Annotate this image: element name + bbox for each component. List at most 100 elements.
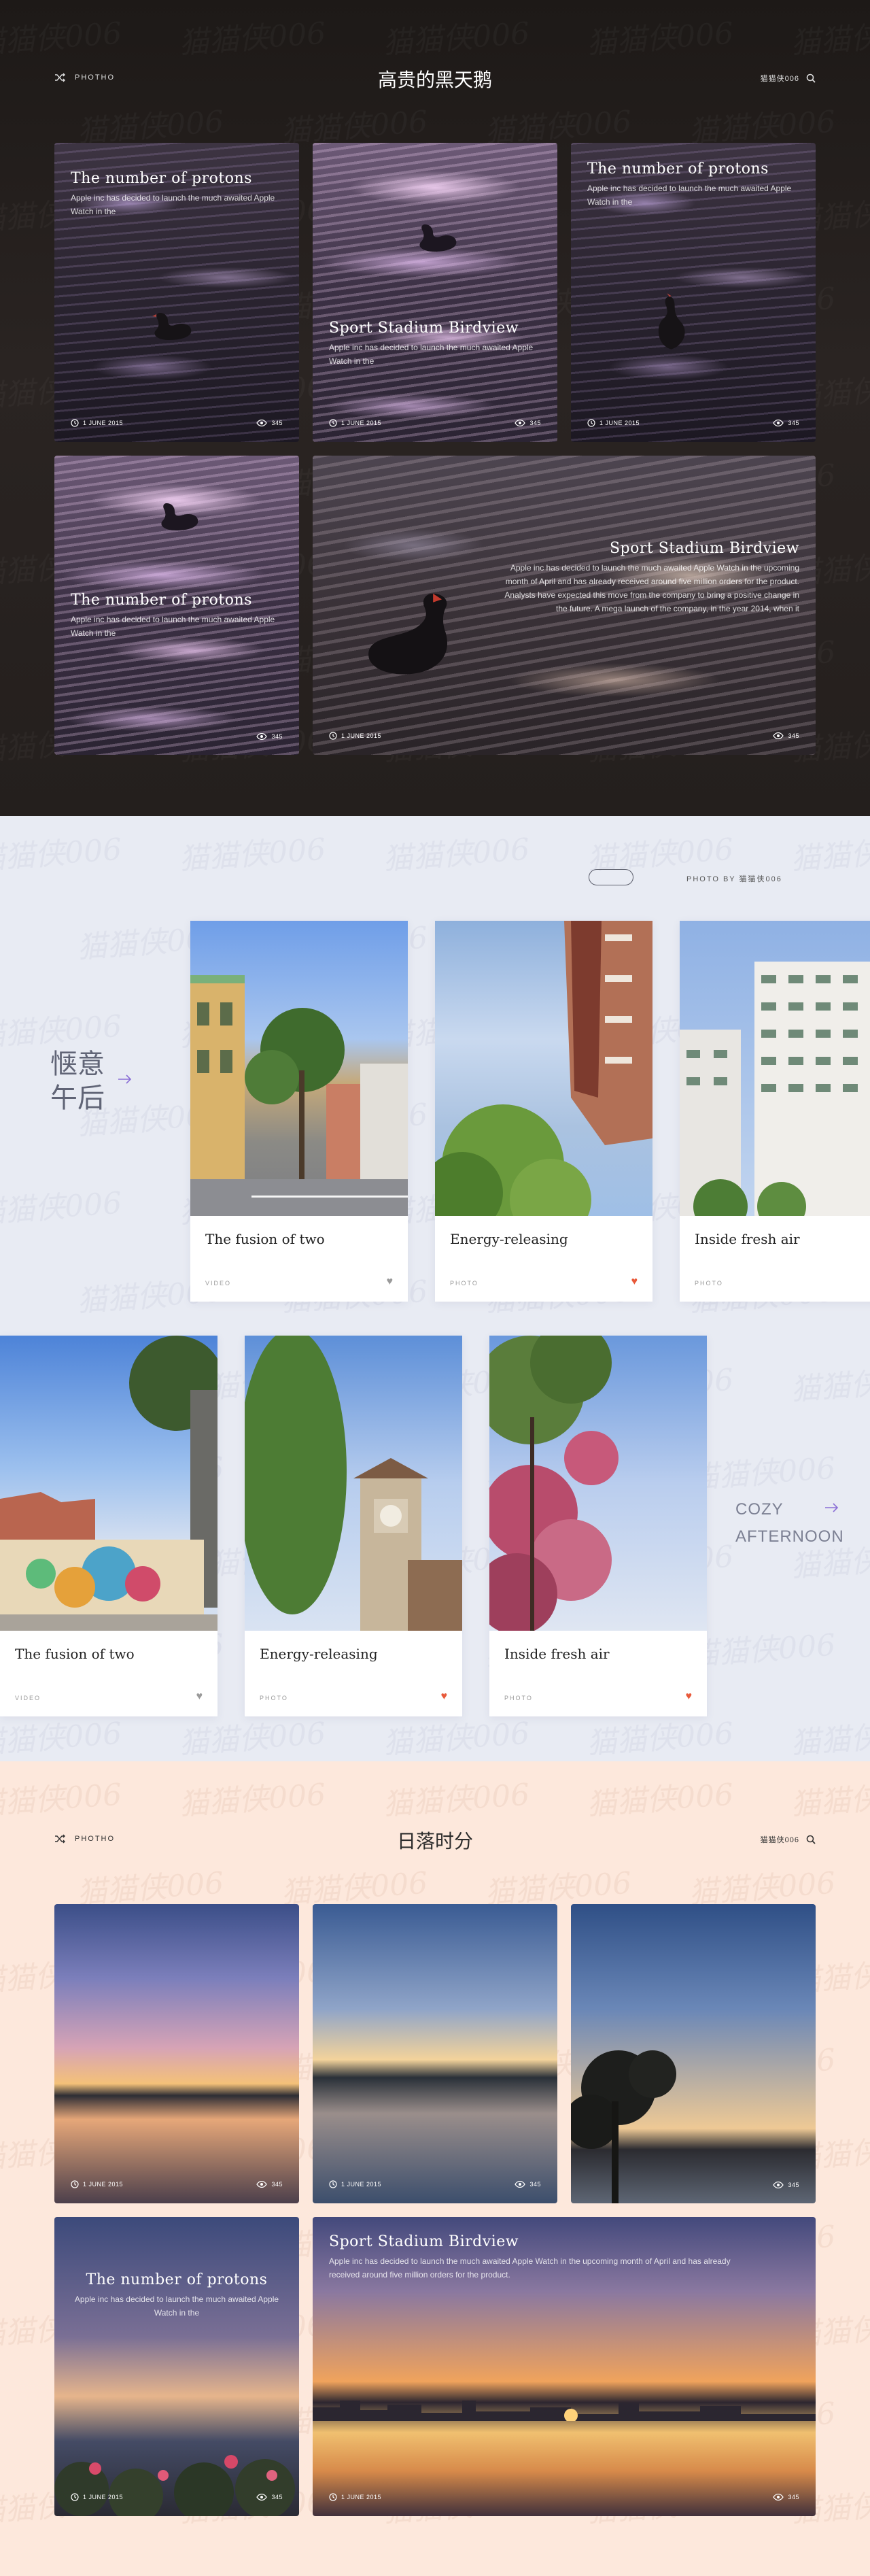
tile-date: 1 JUNE 2015 [341, 2494, 382, 2501]
swan-silhouette [152, 313, 192, 340]
tile-title: Sport Stadium Birdview [609, 540, 799, 557]
eye-icon [515, 420, 526, 426]
photo-tile[interactable]: The number of protons Apple inc has deci… [54, 2217, 299, 2516]
watermark-text: 猫猫侠006 [75, 2566, 225, 2576]
arrow-right-icon[interactable] [825, 1503, 839, 1512]
watermark-text: 猫猫侠006 [75, 804, 225, 816]
photo-tile-wide[interactable]: Sport Stadium Birdview Apple inc has dec… [313, 456, 816, 755]
photo-tile[interactable]: 1 JUNE 2015 345 [313, 1904, 557, 2203]
photo-credit: PHOTO BY 猫猫侠006 [686, 875, 782, 883]
card-title: The fusion of two [15, 1646, 135, 1662]
skyline-silhouette [313, 2401, 816, 2421]
flowers [54, 2455, 295, 2516]
watermark-text: 猫猫侠006 [0, 1185, 123, 1231]
photo-card[interactable]: Energy-releasing PHOTO ♥ [435, 921, 652, 1302]
heart-icon[interactable]: ♥ [196, 1691, 203, 1703]
photo-card[interactable]: Energy-releasing PHOTO ♥ [245, 1336, 462, 1716]
swan-silhouette [368, 593, 448, 675]
swan-silhouette [419, 224, 457, 252]
tile-views: 345 [788, 2494, 799, 2501]
search-icon[interactable] [806, 1835, 816, 1844]
eye-icon [773, 732, 784, 739]
tile-title: The number of protons [587, 160, 769, 177]
photo-tile-wide[interactable]: Sport Stadium Birdview Apple inc has dec… [313, 2217, 816, 2516]
eye-icon [773, 2182, 784, 2188]
blossom-scene [489, 1336, 619, 1631]
card-image [245, 1336, 462, 1631]
photo-card[interactable]: Inside fresh air PHOTO ♥ [489, 1336, 707, 1716]
eye-icon [515, 2181, 526, 2188]
tile-date: 1 JUNE 2015 [599, 420, 640, 426]
user-name[interactable]: 猫猫侠006 [761, 1834, 799, 1845]
card-kind: PHOTO [450, 1280, 478, 1287]
watermark-text: 猫猫侠006 [585, 9, 735, 63]
tile-views: 345 [271, 733, 283, 740]
photo-tile[interactable]: The number of protons Apple inc has deci… [54, 143, 299, 442]
watermark-text: 猫猫侠006 [381, 1716, 531, 1761]
card-kind: PHOTO [504, 1695, 533, 1701]
watermark-text: 猫猫侠006 [789, 1362, 870, 1408]
photo-image [54, 1904, 299, 2203]
tile-date: 1 JUNE 2015 [341, 420, 382, 426]
heart-icon[interactable]: ♥ [387, 1276, 394, 1288]
user-name[interactable]: 猫猫侠006 [761, 73, 799, 84]
street-scene [190, 975, 408, 1216]
watermark-text: 猫猫侠006 [687, 1627, 837, 1673]
watermark-text: 猫猫侠006 [789, 9, 870, 63]
watermark-text: 猫猫侠006 [687, 2566, 837, 2576]
clock-icon [71, 419, 79, 427]
watermark-text: 猫猫侠006 [177, 1777, 327, 1823]
photo-tile[interactable]: 1 JUNE 2015 345 [54, 1904, 299, 2203]
tile-title: Sport Stadium Birdview [329, 2233, 519, 2250]
heart-icon[interactable]: ♥ [686, 1691, 693, 1703]
tile-title: The number of protons [71, 170, 252, 187]
watermark-text: 猫猫侠006 [381, 832, 531, 877]
toggle-pill[interactable] [589, 869, 633, 885]
photo-card[interactable]: The fusion of two VIDEO ♥ [0, 1336, 218, 1716]
photo-card[interactable]: The fusion of two VIDEO ♥ [190, 921, 408, 1302]
watermark-text: 猫猫侠006 [585, 1777, 735, 1823]
watermark-text: 猫猫侠006 [0, 832, 123, 877]
tile-views: 345 [271, 2181, 283, 2188]
watermark-text: 猫猫侠006 [789, 1777, 870, 1823]
tile-body: Apple inc has decided to launch the much… [329, 2256, 731, 2280]
mural-scene [0, 1336, 218, 1631]
side-title-cn-line: 惬意 [50, 1049, 105, 1080]
tile-views: 345 [529, 420, 541, 426]
tile-title: Sport Stadium Birdview [329, 320, 519, 337]
tile-body: Apple inc has decided to launch the much… [504, 563, 799, 613]
photo-tile[interactable]: The number of protons Apple inc has deci… [571, 143, 816, 442]
photo-tile[interactable]: Sport Stadium Birdview Apple inc has dec… [313, 143, 557, 442]
clock-icon [329, 2180, 337, 2188]
side-title-cn: 惬意 午后 [50, 1047, 105, 1115]
card-title: The fusion of two [205, 1231, 325, 1247]
watermark-text: 猫猫侠006 [0, 1777, 123, 1823]
search-icon[interactable] [806, 73, 816, 83]
swan-silhouette [161, 503, 198, 530]
tile-body: Apple inc has decided to launch the much… [329, 343, 534, 366]
clock-tower-scene [245, 1336, 462, 1631]
tile-body: Apple inc has decided to launch the much… [74, 2294, 279, 2318]
heart-icon[interactable]: ♥ [631, 1276, 638, 1288]
card-image [680, 921, 870, 1216]
watermark-text: 猫猫侠006 [279, 804, 429, 816]
black-swan-section: 猫猫侠006 猫猫侠006 猫猫侠006 猫猫侠006 猫猫侠006 猫猫侠006 猫猫侠0… [0, 0, 870, 816]
tile-date: 1 JUNE 2015 [83, 420, 124, 426]
photo-tile[interactable]: 345 [571, 1904, 816, 2203]
arrow-right-icon[interactable] [118, 1074, 132, 1084]
swan-silhouette [658, 293, 685, 350]
photo-image [313, 1904, 557, 2203]
tile-date: 1 JUNE 2015 [83, 2494, 124, 2501]
tower-scene [435, 921, 652, 1216]
heart-icon[interactable]: ♥ [441, 1691, 448, 1703]
watermark-text: 猫猫侠006 [789, 832, 870, 877]
photo-card[interactable]: Inside fresh air PHOTO ♥ [680, 921, 870, 1302]
tile-views: 345 [788, 2182, 799, 2188]
tile-title: The number of protons [86, 2271, 268, 2288]
photo-tile[interactable]: The number of protons Apple inc has deci… [54, 456, 299, 755]
clock-icon [71, 2180, 79, 2188]
watermark-text: 猫猫侠006 [687, 1451, 837, 1496]
tile-views: 345 [271, 2494, 283, 2501]
tile-body: Apple inc has decided to launch the much… [587, 184, 792, 207]
card-title: Inside fresh air [504, 1646, 610, 1662]
